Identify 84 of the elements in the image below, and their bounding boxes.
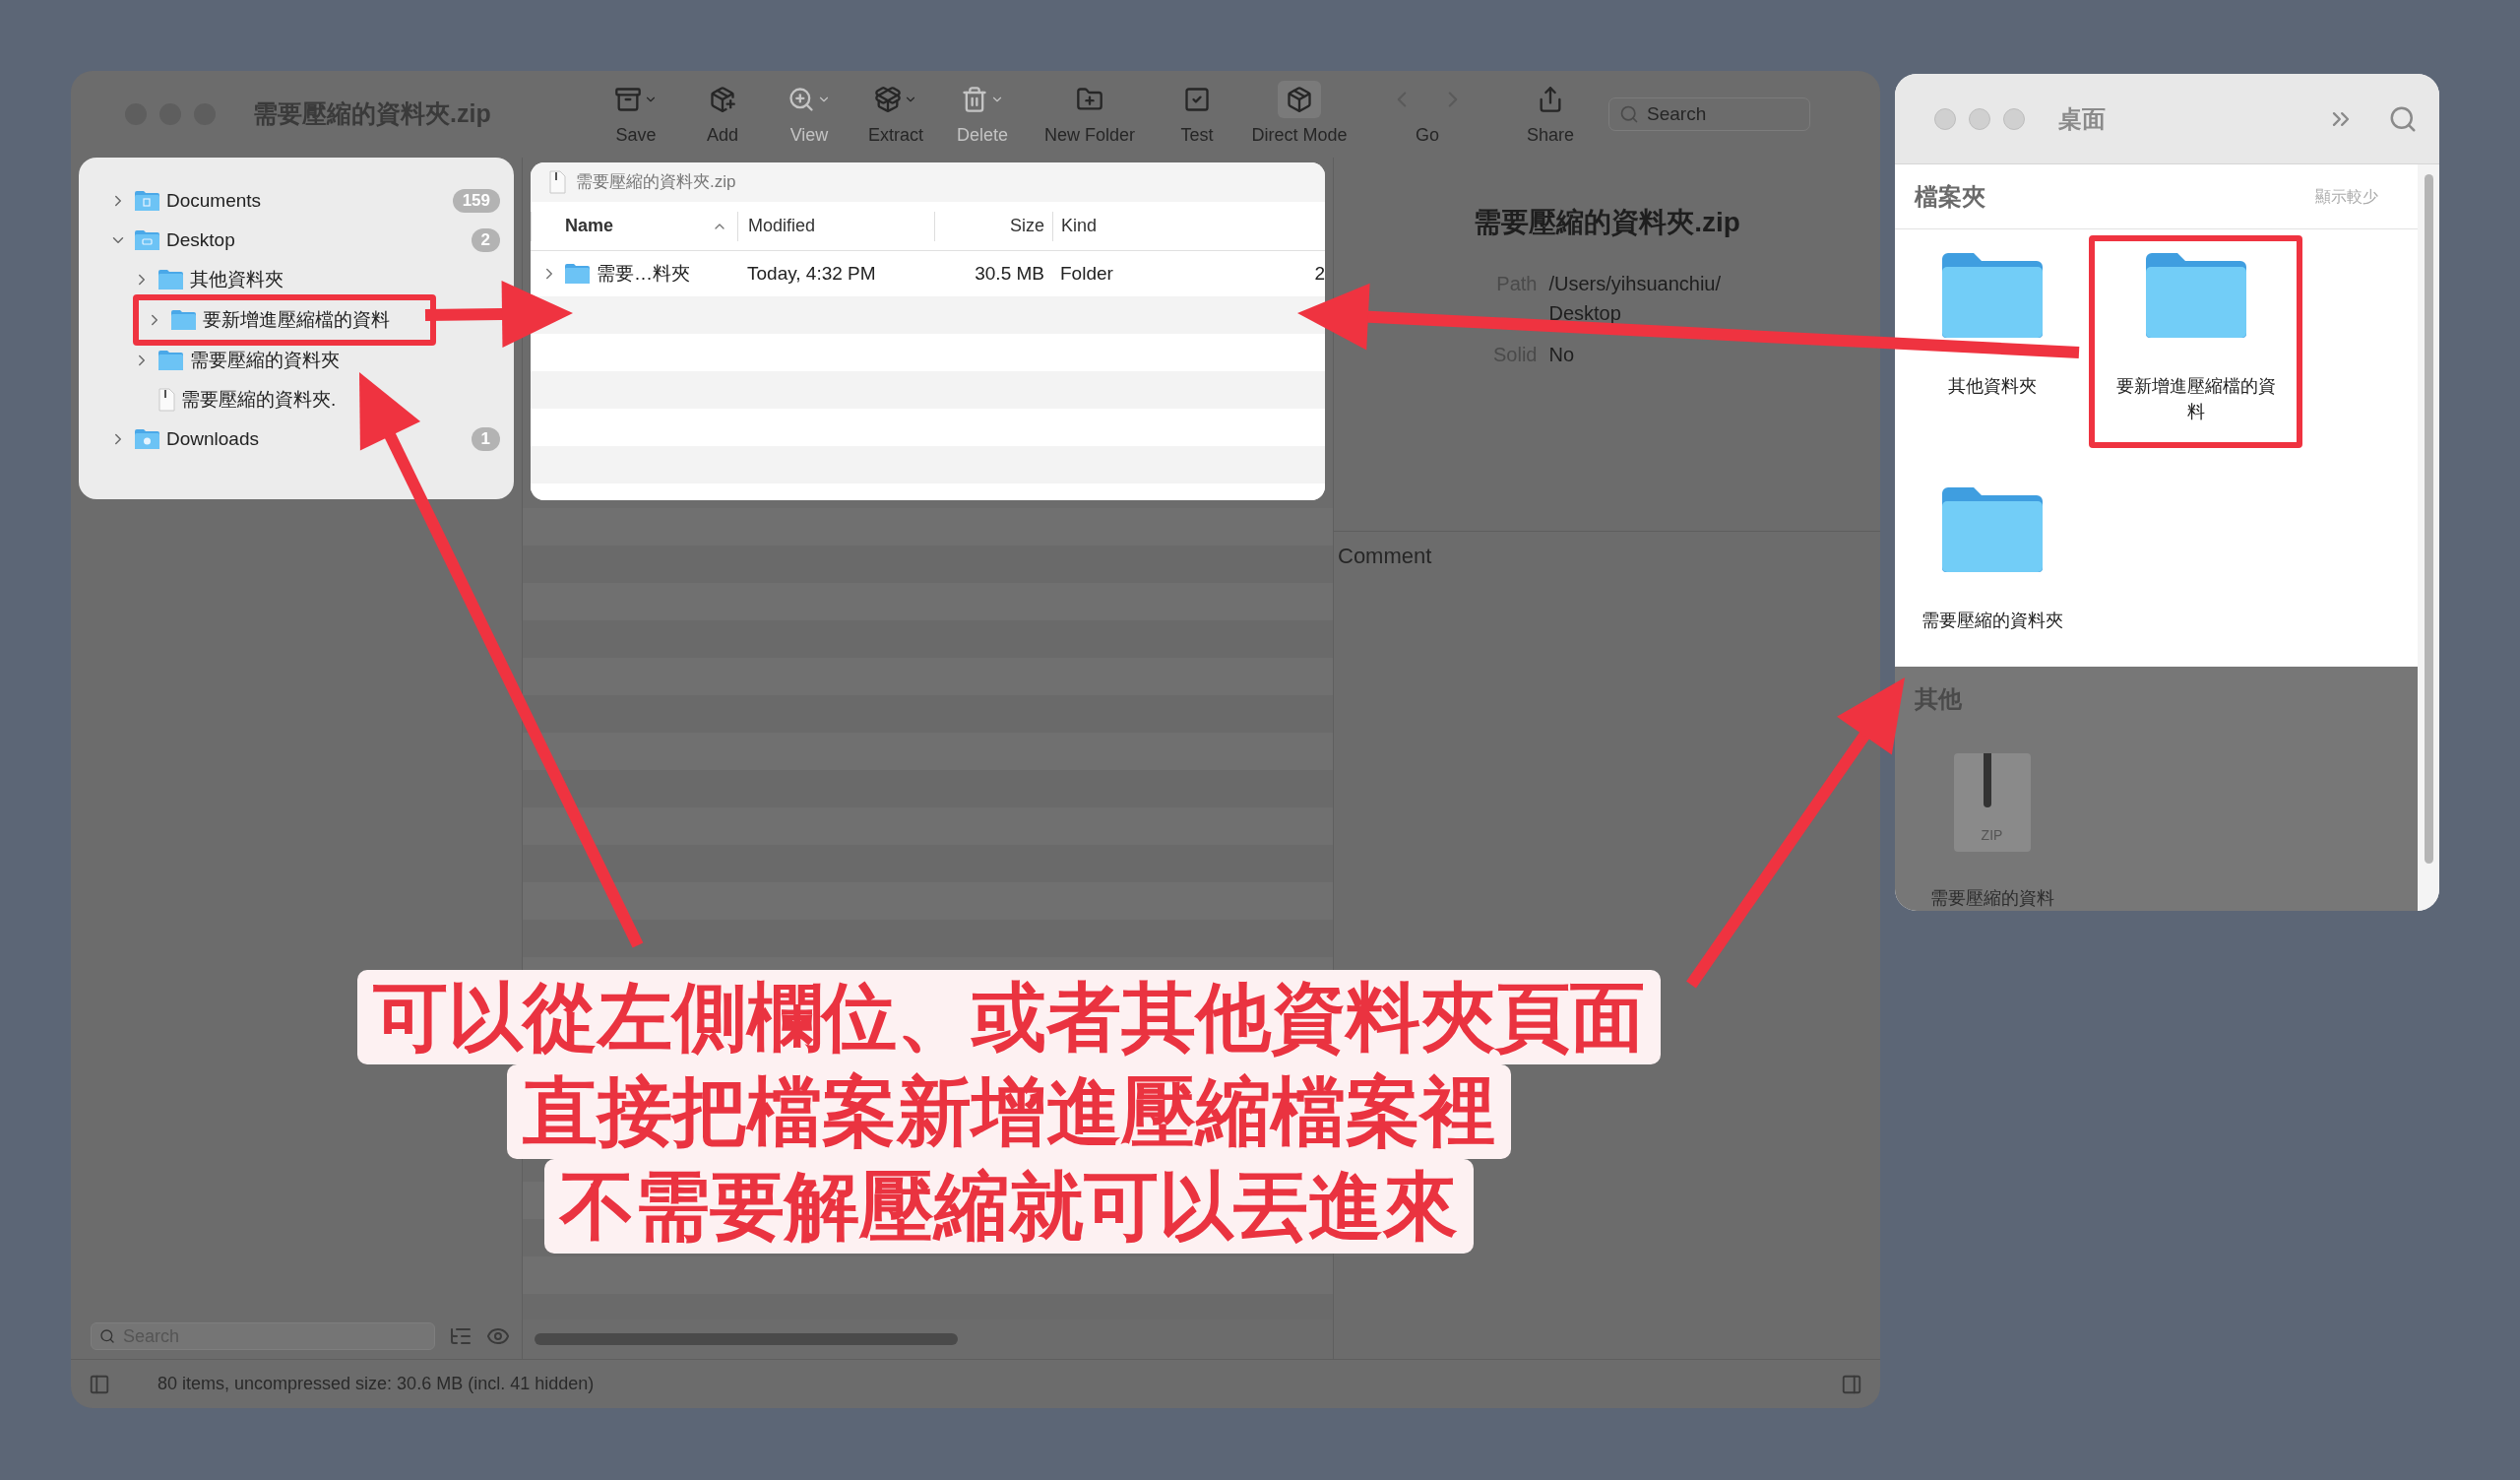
folder-plus-icon	[1076, 85, 1103, 113]
window-control[interactable]	[2003, 107, 2025, 130]
file-kind: Folder	[1059, 261, 1114, 286]
count-badge: 2	[471, 228, 500, 252]
checkbox-icon	[1183, 85, 1211, 113]
toolbar-button[interactable]: Extract	[852, 80, 939, 149]
box-open-icon	[874, 85, 902, 113]
sidebar-item-label: 需要壓縮的資料夾	[190, 348, 340, 372]
toolbar-button[interactable]: Save	[593, 80, 679, 149]
box-plus-icon	[709, 85, 736, 113]
toolbar-button[interactable]: Test	[1154, 80, 1240, 149]
window-control[interactable]	[1934, 107, 1956, 130]
sidebar-toggle-icon[interactable]	[89, 1373, 110, 1395]
window-control[interactable]	[1969, 107, 1990, 130]
section-title: 檔案夾	[1915, 181, 1985, 212]
table-cell-text: 2	[1314, 261, 1325, 286]
sidebar-item[interactable]: 需要壓縮的資料夾.	[79, 380, 514, 419]
sidebar-item-label: 要新增進壓縮檔的資料	[203, 307, 390, 332]
folder-icon	[170, 309, 197, 331]
sidebar-item-label: 需要壓縮的資料夾.	[181, 387, 337, 412]
item-label: 需要壓縮的資料	[1928, 887, 2055, 910]
column-header[interactable]: Kind	[1052, 211, 1308, 241]
count-badge: 159	[452, 189, 500, 213]
zoom-icon	[788, 85, 815, 113]
count-badge: 1	[471, 427, 500, 451]
search-icon	[99, 1328, 115, 1344]
item-label: 要新增進壓縮檔的資料	[2114, 375, 2277, 423]
folder-icon	[158, 269, 184, 290]
sidebar-item[interactable]: 需要壓縮的資料夾	[79, 341, 514, 380]
toolbar-button[interactable]: Go	[1358, 80, 1496, 149]
archive-path: 需要壓縮的資料夾.zip	[576, 171, 736, 194]
toolbar-button[interactable]: New Folder	[1026, 80, 1154, 149]
sidebar-item[interactable]: Desktop 2	[79, 221, 514, 260]
toolbar-button[interactable]: Add	[679, 80, 766, 149]
comment-field[interactable]: Comment	[1334, 532, 1880, 572]
scrollbar[interactable]	[535, 1333, 958, 1345]
finder-item[interactable]: 其他資料夾	[1895, 251, 2089, 448]
panel-toggle-icon[interactable]	[1841, 1373, 1862, 1395]
sidebar-item[interactable]: 其他資料夾	[79, 260, 514, 299]
file-name: 需要…料夾	[597, 261, 690, 286]
item-label: 需要壓縮的資料夾	[1920, 610, 2064, 632]
box-icon	[1286, 85, 1313, 113]
sidebar-item-label: Downloads	[166, 426, 259, 451]
document-icon	[548, 170, 566, 194]
folder-icon	[134, 428, 160, 450]
annotation-text: 可以從左側欄位、或者其他資料夾頁面	[357, 970, 1661, 1064]
sidebar-item[interactable]: 要新增進壓縮檔的資料	[139, 300, 430, 340]
trash-icon	[961, 85, 988, 113]
scrollbar[interactable]	[2424, 174, 2433, 864]
toolbar-button[interactable]: Direct Mode	[1240, 80, 1358, 149]
search-field[interactable]: Search	[1608, 97, 1810, 131]
column-header[interactable]: Name	[531, 211, 737, 241]
zipper-icon	[1983, 753, 1991, 807]
annotation-text: 直接把檔案新增進壓縮檔案裡	[507, 1064, 1511, 1159]
file-row[interactable]: 需要…料夾 Today, 4:32 PM 30.5 MB Folder 2	[531, 251, 1325, 296]
document-icon	[158, 388, 175, 412]
column-header[interactable]: Modified	[737, 211, 934, 241]
field-value: No	[1548, 343, 1576, 367]
item-label: 其他資料夾	[1946, 375, 2038, 398]
folder-icon	[2143, 251, 2248, 340]
sidebar-item-label: Documents	[166, 188, 262, 213]
show-less-link[interactable]: 顯示較少	[2315, 184, 2378, 209]
folder-icon	[158, 350, 184, 371]
modified-date: Today, 4:32 PM	[746, 261, 877, 286]
file-size: 30.5 MB	[974, 261, 1045, 286]
column-header[interactable]: Size	[934, 211, 1052, 241]
finder-item[interactable]: 需要壓縮的資料夾	[1895, 485, 2089, 633]
sidebar-item-label: Desktop	[166, 227, 235, 252]
field-value: Desktop	[1548, 301, 1622, 326]
annotation-text: 不需要解壓縮就可以丟進來	[544, 1159, 1474, 1254]
folder-icon	[1939, 251, 2045, 340]
archive-title: 需要壓縮的資料夾.zip	[1474, 206, 1740, 239]
sidebar-item[interactable]: Documents 159	[79, 181, 514, 221]
archive-icon	[614, 85, 642, 113]
folder-icon	[134, 190, 160, 212]
search-icon	[1619, 104, 1639, 124]
folder-icon	[564, 263, 591, 285]
sidebar-item-label: 其他資料夾	[190, 267, 284, 291]
field-value: /Users/yihsuanchiu/	[1548, 272, 1723, 296]
window-title: 桌面	[2058, 103, 2106, 134]
toolbar-button[interactable]: Share	[1496, 80, 1605, 149]
status-text: 80 items, uncompressed size: 30.6 MB (incl. 41 hidden)	[158, 1373, 595, 1395]
folder-icon	[1939, 485, 2045, 574]
folder-icon	[134, 229, 160, 251]
